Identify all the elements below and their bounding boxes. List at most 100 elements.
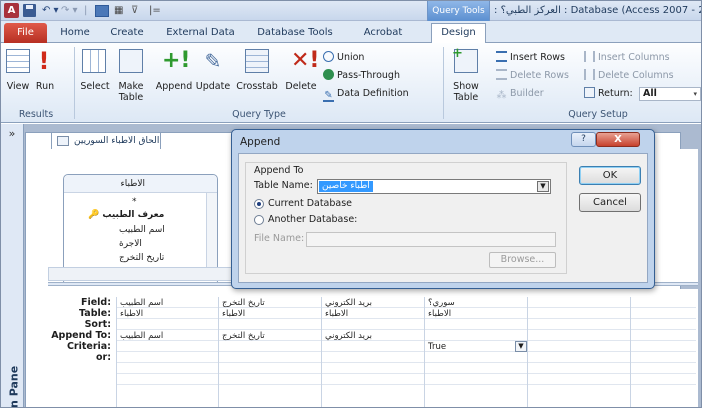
field-list-item[interactable]: اسم الطبيب: [119, 225, 207, 236]
access-app-icon[interactable]: A: [4, 3, 19, 18]
another-database-label[interactable]: Another Database:: [268, 214, 357, 226]
grid-row-line: [116, 384, 696, 385]
document-tab[interactable]: الحاق الاطباء السوريين: [51, 132, 161, 149]
ok-button[interactable]: OK: [579, 166, 641, 185]
builder-button[interactable]: ⁂ Builder: [496, 87, 544, 102]
grid-cell-table[interactable]: الاطباء: [428, 309, 451, 319]
insert-columns-icon: [584, 51, 595, 62]
field-list-item[interactable]: الاجرة: [119, 239, 207, 250]
pass-through-label: Pass-Through: [337, 70, 400, 81]
return-value: All: [643, 88, 657, 99]
show-table-icon: +: [452, 47, 478, 73]
tab-external-data[interactable]: External Data: [158, 24, 243, 43]
chevron-down-icon: ▾: [693, 90, 697, 98]
tab-design[interactable]: Design: [431, 23, 486, 43]
delete-rows-label: Delete Rows: [510, 70, 569, 81]
run-icon: !: [38, 47, 50, 75]
file-name-input[interactable]: [306, 232, 556, 247]
return-icon: [584, 87, 595, 98]
append-icon: +!: [162, 48, 191, 73]
dialog-close-button[interactable]: X: [596, 132, 640, 147]
grid-cell-field[interactable]: سوري؟: [428, 298, 455, 308]
run-label: Run: [35, 81, 55, 92]
nav-pane-toggle[interactable]: »: [1, 127, 23, 143]
qat-separator: |: [84, 5, 88, 16]
delete-columns-label: Delete Columns: [598, 70, 674, 81]
grid-column-divider: [218, 297, 219, 407]
current-database-label[interactable]: Current Database: [268, 198, 352, 210]
help-button[interactable]: ?: [571, 132, 596, 147]
grid-cell-field[interactable]: اسم الطبيب: [120, 298, 163, 308]
grid-row-line: [116, 329, 696, 330]
undo-icon[interactable]: ↶ ▾: [42, 3, 59, 18]
delete-columns-button[interactable]: Delete Columns: [584, 69, 674, 83]
field-list-item-key[interactable]: 🔑 معرف الطبيب: [88, 210, 176, 221]
cancel-button[interactable]: Cancel: [579, 193, 641, 212]
field-list-item[interactable]: تاريخ التخرج: [119, 253, 207, 264]
data-definition-button[interactable]: ✎ Data Definition: [323, 87, 409, 102]
crosstab-label: Crosstab: [236, 81, 278, 92]
redo-icon[interactable]: ↷ ▾: [61, 3, 78, 18]
tab-database-tools[interactable]: Database Tools: [247, 24, 343, 43]
insert-rows-button[interactable]: Insert Rows: [496, 51, 565, 65]
filter-icon[interactable]: ⊽: [131, 3, 138, 18]
crosstab-icon: [245, 49, 269, 73]
query-icon: [57, 136, 69, 146]
grid-cell-append-to[interactable]: بريد الكتروني: [325, 331, 372, 341]
title-bar: A ↶ ▾ ↷ ▾ | ▦ ⊽ |= Query Tools : العركز …: [1, 1, 701, 21]
datasheet-view-icon[interactable]: [95, 5, 109, 17]
grid-column-divider: [527, 297, 528, 407]
tab-create[interactable]: Create: [102, 24, 152, 43]
insert-rows-label: Insert Rows: [510, 52, 565, 63]
append-label: Append: [155, 81, 193, 92]
group-separator: [74, 47, 75, 119]
grid-row-line: [116, 340, 696, 341]
customize-qat-icon[interactable]: |=: [149, 3, 161, 18]
grid-cell-table[interactable]: الاطباء: [120, 309, 143, 319]
another-database-radio[interactable]: [254, 215, 264, 225]
select-query-icon: [82, 49, 106, 73]
append-to-dropdown-button[interactable]: ▼: [515, 341, 527, 352]
field-list-item-label: معرف الطبيب: [102, 210, 165, 220]
delete-rows-button[interactable]: Delete Rows: [496, 69, 569, 83]
pass-through-button[interactable]: Pass-Through: [323, 69, 400, 83]
grid-cell-field[interactable]: بريد الكتروني: [325, 298, 372, 308]
append-dialog: Append ? X Append To Table Name: اطباء خ…: [231, 129, 655, 289]
tab-home[interactable]: Home: [53, 24, 97, 43]
insert-columns-button[interactable]: Insert Columns: [584, 51, 670, 65]
grid-cell-field[interactable]: تاريخ التخرج: [222, 298, 265, 308]
grid-cell-append-to[interactable]: اسم الطبيب: [120, 331, 163, 341]
navigation-pane-label[interactable]: on Pane: [8, 346, 21, 407]
grid-cell-append-to[interactable]: تاريخ التخرج: [222, 331, 265, 341]
table-icon[interactable]: ▦: [114, 3, 123, 18]
grid-row-line: [116, 351, 696, 352]
grid-column-divider: [321, 297, 322, 407]
query-type-group-label: Query Type: [232, 109, 286, 120]
builder-label: Builder: [510, 88, 544, 99]
append-to-group: Append To Table Name: اطباء خاصين ▼ Curr…: [245, 162, 567, 274]
view-icon: [6, 49, 30, 73]
return-dropdown[interactable]: All ▾: [639, 87, 701, 101]
show-table-label: Show Table: [453, 81, 479, 103]
table-name-label: Table Name:: [254, 180, 313, 191]
row-label-criteria: Criteria:: [66, 341, 111, 352]
query-setup-group-label: Query Setup: [568, 109, 628, 120]
tab-file[interactable]: File: [4, 23, 47, 43]
current-database-radio[interactable]: [254, 199, 264, 209]
insert-columns-label: Insert Columns: [598, 52, 670, 63]
save-icon[interactable]: [23, 4, 36, 17]
grid-row-line: [116, 362, 696, 363]
grid-cell-table[interactable]: الاطباء: [325, 309, 348, 319]
view-label: View: [6, 81, 30, 92]
table-pane-horizontal-scrollbar[interactable]: [48, 267, 253, 281]
window-title: : العركز الطبي؟ : Database (Access 2007 …: [494, 5, 701, 16]
globe-icon: [323, 69, 334, 80]
chevron-down-icon[interactable]: ▼: [537, 181, 549, 192]
grid-cell-criteria[interactable]: True: [428, 342, 446, 352]
grid-row-line: [116, 307, 696, 308]
grid-cell-table[interactable]: الاطباء: [222, 309, 245, 319]
union-button[interactable]: Union: [323, 51, 364, 65]
tab-acrobat[interactable]: Acrobat: [353, 24, 413, 43]
browse-button[interactable]: Browse...: [489, 252, 556, 268]
table-name-combobox[interactable]: اطباء خاصين ▼: [317, 179, 551, 194]
